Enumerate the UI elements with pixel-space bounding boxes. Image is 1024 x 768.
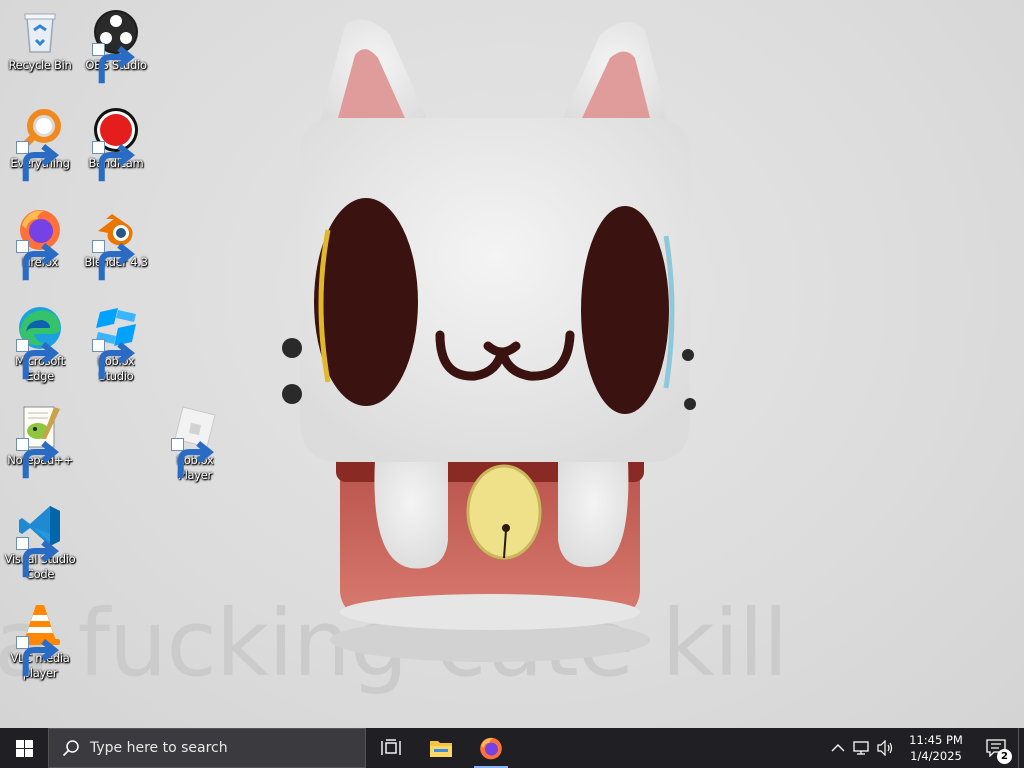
cat-mascot-illustration (282, 19, 696, 662)
desktop-icon-visual-studio-code[interactable]: Visual Studio Code (1, 502, 79, 582)
roblox-player-icon (171, 403, 219, 479)
shortcut-arrow-icon (92, 43, 135, 84)
everything-icon (16, 106, 64, 182)
clock-date: 1/4/2025 (910, 749, 962, 763)
shortcut-arrow-icon (92, 240, 135, 281)
desktop-icon-roblox-player[interactable]: Roblox Player (156, 403, 234, 483)
network-icon (853, 741, 869, 755)
shortcut-arrow-icon (171, 438, 214, 479)
clock-time: 11:45 PM (909, 733, 963, 747)
file-explorer-button[interactable] (416, 728, 466, 768)
chevron-up-icon (831, 744, 845, 752)
firefox-taskbar-button[interactable] (466, 728, 516, 768)
firefox-icon (480, 737, 502, 760)
shortcut-arrow-icon (16, 537, 59, 578)
roblox-studio-icon (92, 304, 140, 380)
task-view-icon (381, 739, 401, 755)
show-hidden-icons-button[interactable] (826, 728, 850, 768)
show-desktop-button[interactable] (1018, 728, 1024, 768)
shortcut-arrow-icon (16, 240, 59, 281)
volume-button[interactable] (874, 728, 898, 768)
desktop-icon-blender[interactable]: Blender 4.3 (77, 205, 155, 281)
desktop-icon-firefox[interactable]: Firefox (1, 205, 79, 281)
notification-count-badge: 2 (997, 749, 1012, 764)
action-center-button[interactable]: 2 (974, 728, 1018, 768)
bandicam-icon (92, 106, 140, 182)
task-view-button[interactable] (366, 728, 416, 768)
desktop-icon-vlc[interactable]: VLC media player (1, 601, 79, 681)
windows-logo-icon (15, 739, 33, 757)
desktop-icon-obs-studio[interactable]: OBS Studio (77, 8, 155, 84)
desktop-icon-notepad-plus-plus[interactable]: Notepad++ (1, 403, 79, 479)
shortcut-arrow-icon (16, 438, 59, 479)
vscode-icon (16, 502, 64, 578)
taskbar-search-box[interactable]: Type here to search (48, 728, 366, 768)
desktop-icon-bandicam[interactable]: Bandicam (77, 106, 155, 182)
shortcut-arrow-icon (92, 339, 135, 380)
taskbar: Type here to search 11:45 PM 1/4/2025 2 (0, 728, 1024, 768)
start-button[interactable] (0, 728, 48, 768)
shortcut-arrow-icon (16, 339, 59, 380)
network-status-button[interactable] (850, 728, 874, 768)
search-placeholder: Type here to search (90, 740, 228, 756)
notepadpp-icon (16, 403, 64, 479)
shortcut-arrow-icon (92, 141, 135, 182)
desktop-icon-everything[interactable]: Everything (1, 106, 79, 182)
desktop-icon-recycle-bin[interactable]: Recycle Bin (1, 8, 79, 73)
desktop-icon-microsoft-edge[interactable]: Microsoft Edge (1, 304, 79, 384)
system-tray: 11:45 PM 1/4/2025 2 (826, 728, 1024, 768)
speaker-icon (877, 740, 893, 756)
recycle-bin-icon (16, 8, 64, 56)
obs-icon (92, 8, 140, 84)
shortcut-arrow-icon (16, 141, 59, 182)
edge-icon (16, 304, 64, 380)
desktop-icon-label: Recycle Bin (8, 58, 72, 72)
taskbar-clock[interactable]: 11:45 PM 1/4/2025 (898, 732, 974, 764)
firefox-icon (16, 205, 64, 281)
folder-icon (430, 741, 452, 757)
shortcut-arrow-icon (16, 636, 59, 677)
desktop-icon-roblox-studio[interactable]: Roblox Studio (77, 304, 155, 384)
search-icon (62, 740, 79, 757)
blender-icon (92, 205, 140, 281)
vlc-icon (16, 601, 64, 677)
